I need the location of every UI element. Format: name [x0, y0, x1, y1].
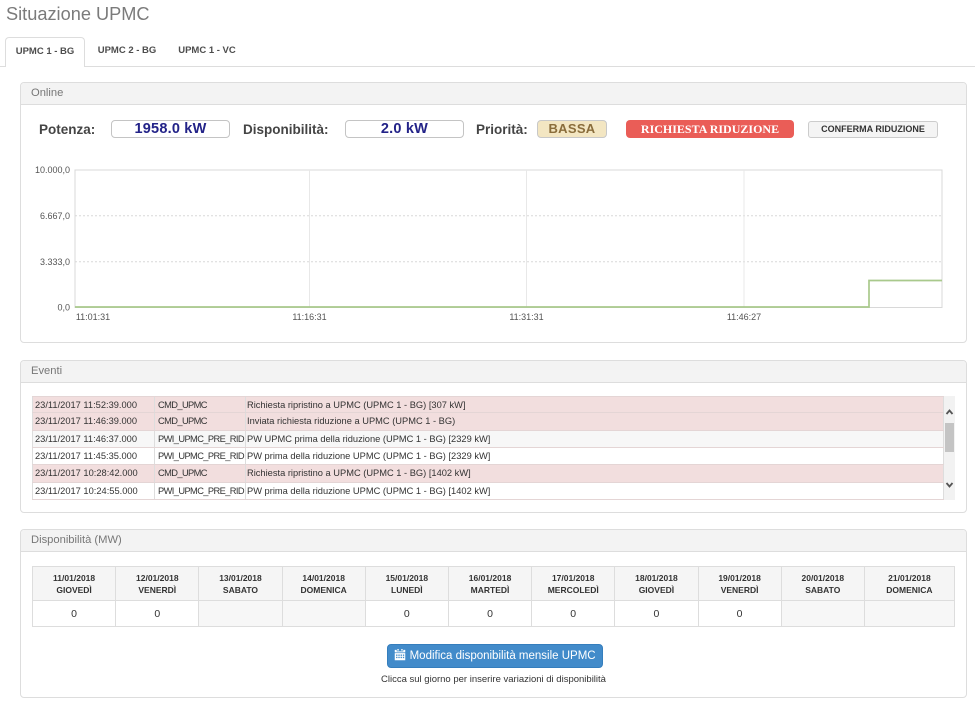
svg-text:11:46:27: 11:46:27	[727, 312, 761, 322]
svg-text:3.333,0: 3.333,0	[40, 257, 70, 267]
svg-text:11:01:31: 11:01:31	[76, 312, 110, 322]
svg-text:6.667,0: 6.667,0	[40, 211, 70, 221]
svg-text:11:16:31: 11:16:31	[292, 312, 326, 322]
svg-text:0,0: 0,0	[57, 303, 70, 313]
svg-text:10.000,0: 10.000,0	[35, 165, 70, 175]
svg-text:11:31:31: 11:31:31	[509, 312, 543, 322]
